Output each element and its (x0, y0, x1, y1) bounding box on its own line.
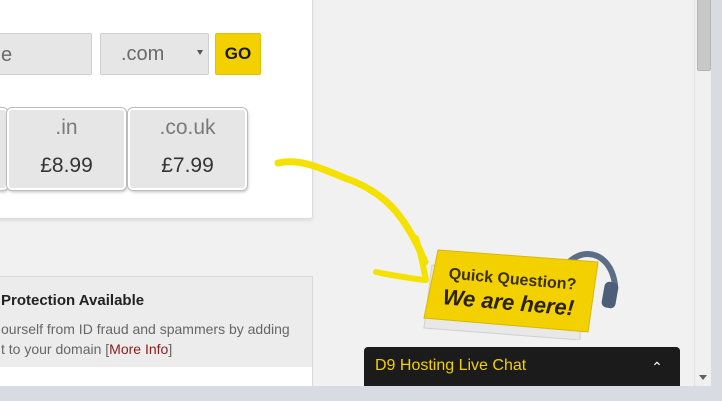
vertical-scrollbar[interactable] (694, 0, 712, 386)
live-chat-bar[interactable]: D9 Hosting Live Chat ⌃ (364, 347, 680, 386)
scrollbar-thumb[interactable] (697, 0, 711, 71)
window-frame-bottom (0, 386, 722, 401)
scroll-down-arrow-icon[interactable] (699, 375, 707, 380)
live-chat-title: D9 Hosting Live Chat (375, 357, 527, 374)
chevron-up-icon[interactable]: ⌃ (647, 357, 667, 377)
quick-question-badge[interactable]: Quick Question? We are here! (420, 240, 625, 345)
window-frame-right (711, 0, 722, 401)
